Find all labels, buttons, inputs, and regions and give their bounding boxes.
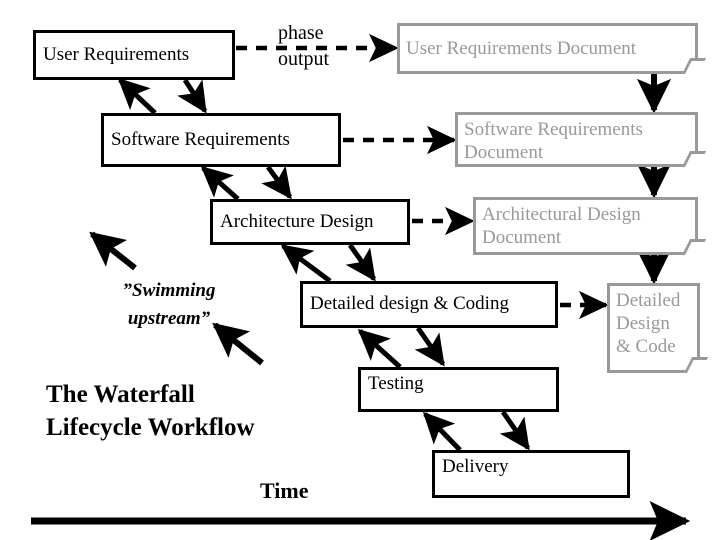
- phase-box-testing[interactable]: Testing: [358, 367, 559, 412]
- arrow-sr-to-ad: [261, 165, 293, 200]
- time-axis-label: Time: [260, 478, 309, 503]
- document-label-software-requirements-document: Software Requirements Document: [464, 119, 643, 164]
- phase-box-detailed-design-coding[interactable]: Detailed design & Coding: [300, 281, 558, 328]
- arrow-ad-to-dd: [345, 243, 377, 282]
- document-label-detailed-design-and-code: Detailed Design & Code: [616, 290, 681, 358]
- document-label-user-requirements-document: User Requirements Document: [406, 37, 637, 59]
- arrow-upstream-upper: [89, 231, 137, 271]
- arrow-te-to-dd: [357, 328, 402, 369]
- phase-label-software-requirements: Software Requirements: [111, 128, 290, 150]
- arrow-dd-to-ad: [280, 243, 332, 284]
- phase-label-detailed-design-coding: Detailed design & Coding: [310, 293, 509, 315]
- phase-output-label: phase output: [278, 22, 330, 70]
- document-box-user-requirements-document[interactable]: User Requirements Document: [397, 23, 707, 74]
- arrow-de-to-te: [422, 411, 462, 452]
- phase-label-user-requirements: User Requirements: [43, 43, 190, 65]
- document-box-detailed-design-and-code[interactable]: Detailed Design & Code: [607, 283, 709, 373]
- page-fold-icon: [682, 58, 707, 74]
- document-label-architectural-design-document: Architectural Design Document: [482, 204, 641, 249]
- document-box-architectural-design-document[interactable]: Architectural Design Document: [473, 197, 707, 255]
- arrow-sr-to-ur: [117, 77, 157, 115]
- phase-box-architecture-design[interactable]: Architecture Design: [210, 199, 410, 245]
- phase-box-user-requirements[interactable]: User Requirements: [33, 30, 235, 80]
- arrow-ur-to-sr: [177, 78, 208, 114]
- arrow-ad-to-sr: [200, 166, 240, 201]
- swimming-upstream-label: ”Swimming upstream”: [122, 280, 216, 329]
- diagram-title: The Waterfall Lifecycle Workflow: [46, 381, 255, 441]
- phase-label-delivery: Delivery: [442, 456, 509, 477]
- phase-label-testing: Testing: [368, 373, 424, 394]
- arrow-te-to-de: [499, 410, 531, 451]
- document-box-software-requirements-document[interactable]: Software Requirements Document: [455, 112, 707, 167]
- page-fold-icon: [684, 357, 709, 373]
- phase-box-delivery[interactable]: Delivery: [432, 450, 630, 498]
- arrow-dd-to-te: [414, 326, 446, 367]
- phase-box-software-requirements[interactable]: Software Requirements: [101, 113, 341, 167]
- phase-output-arrows: [236, 33, 609, 320]
- phase-label-architecture-design: Architecture Design: [220, 210, 374, 232]
- waterfall-lifecycle-diagram: User Requirements Software Requirements …: [0, 0, 720, 540]
